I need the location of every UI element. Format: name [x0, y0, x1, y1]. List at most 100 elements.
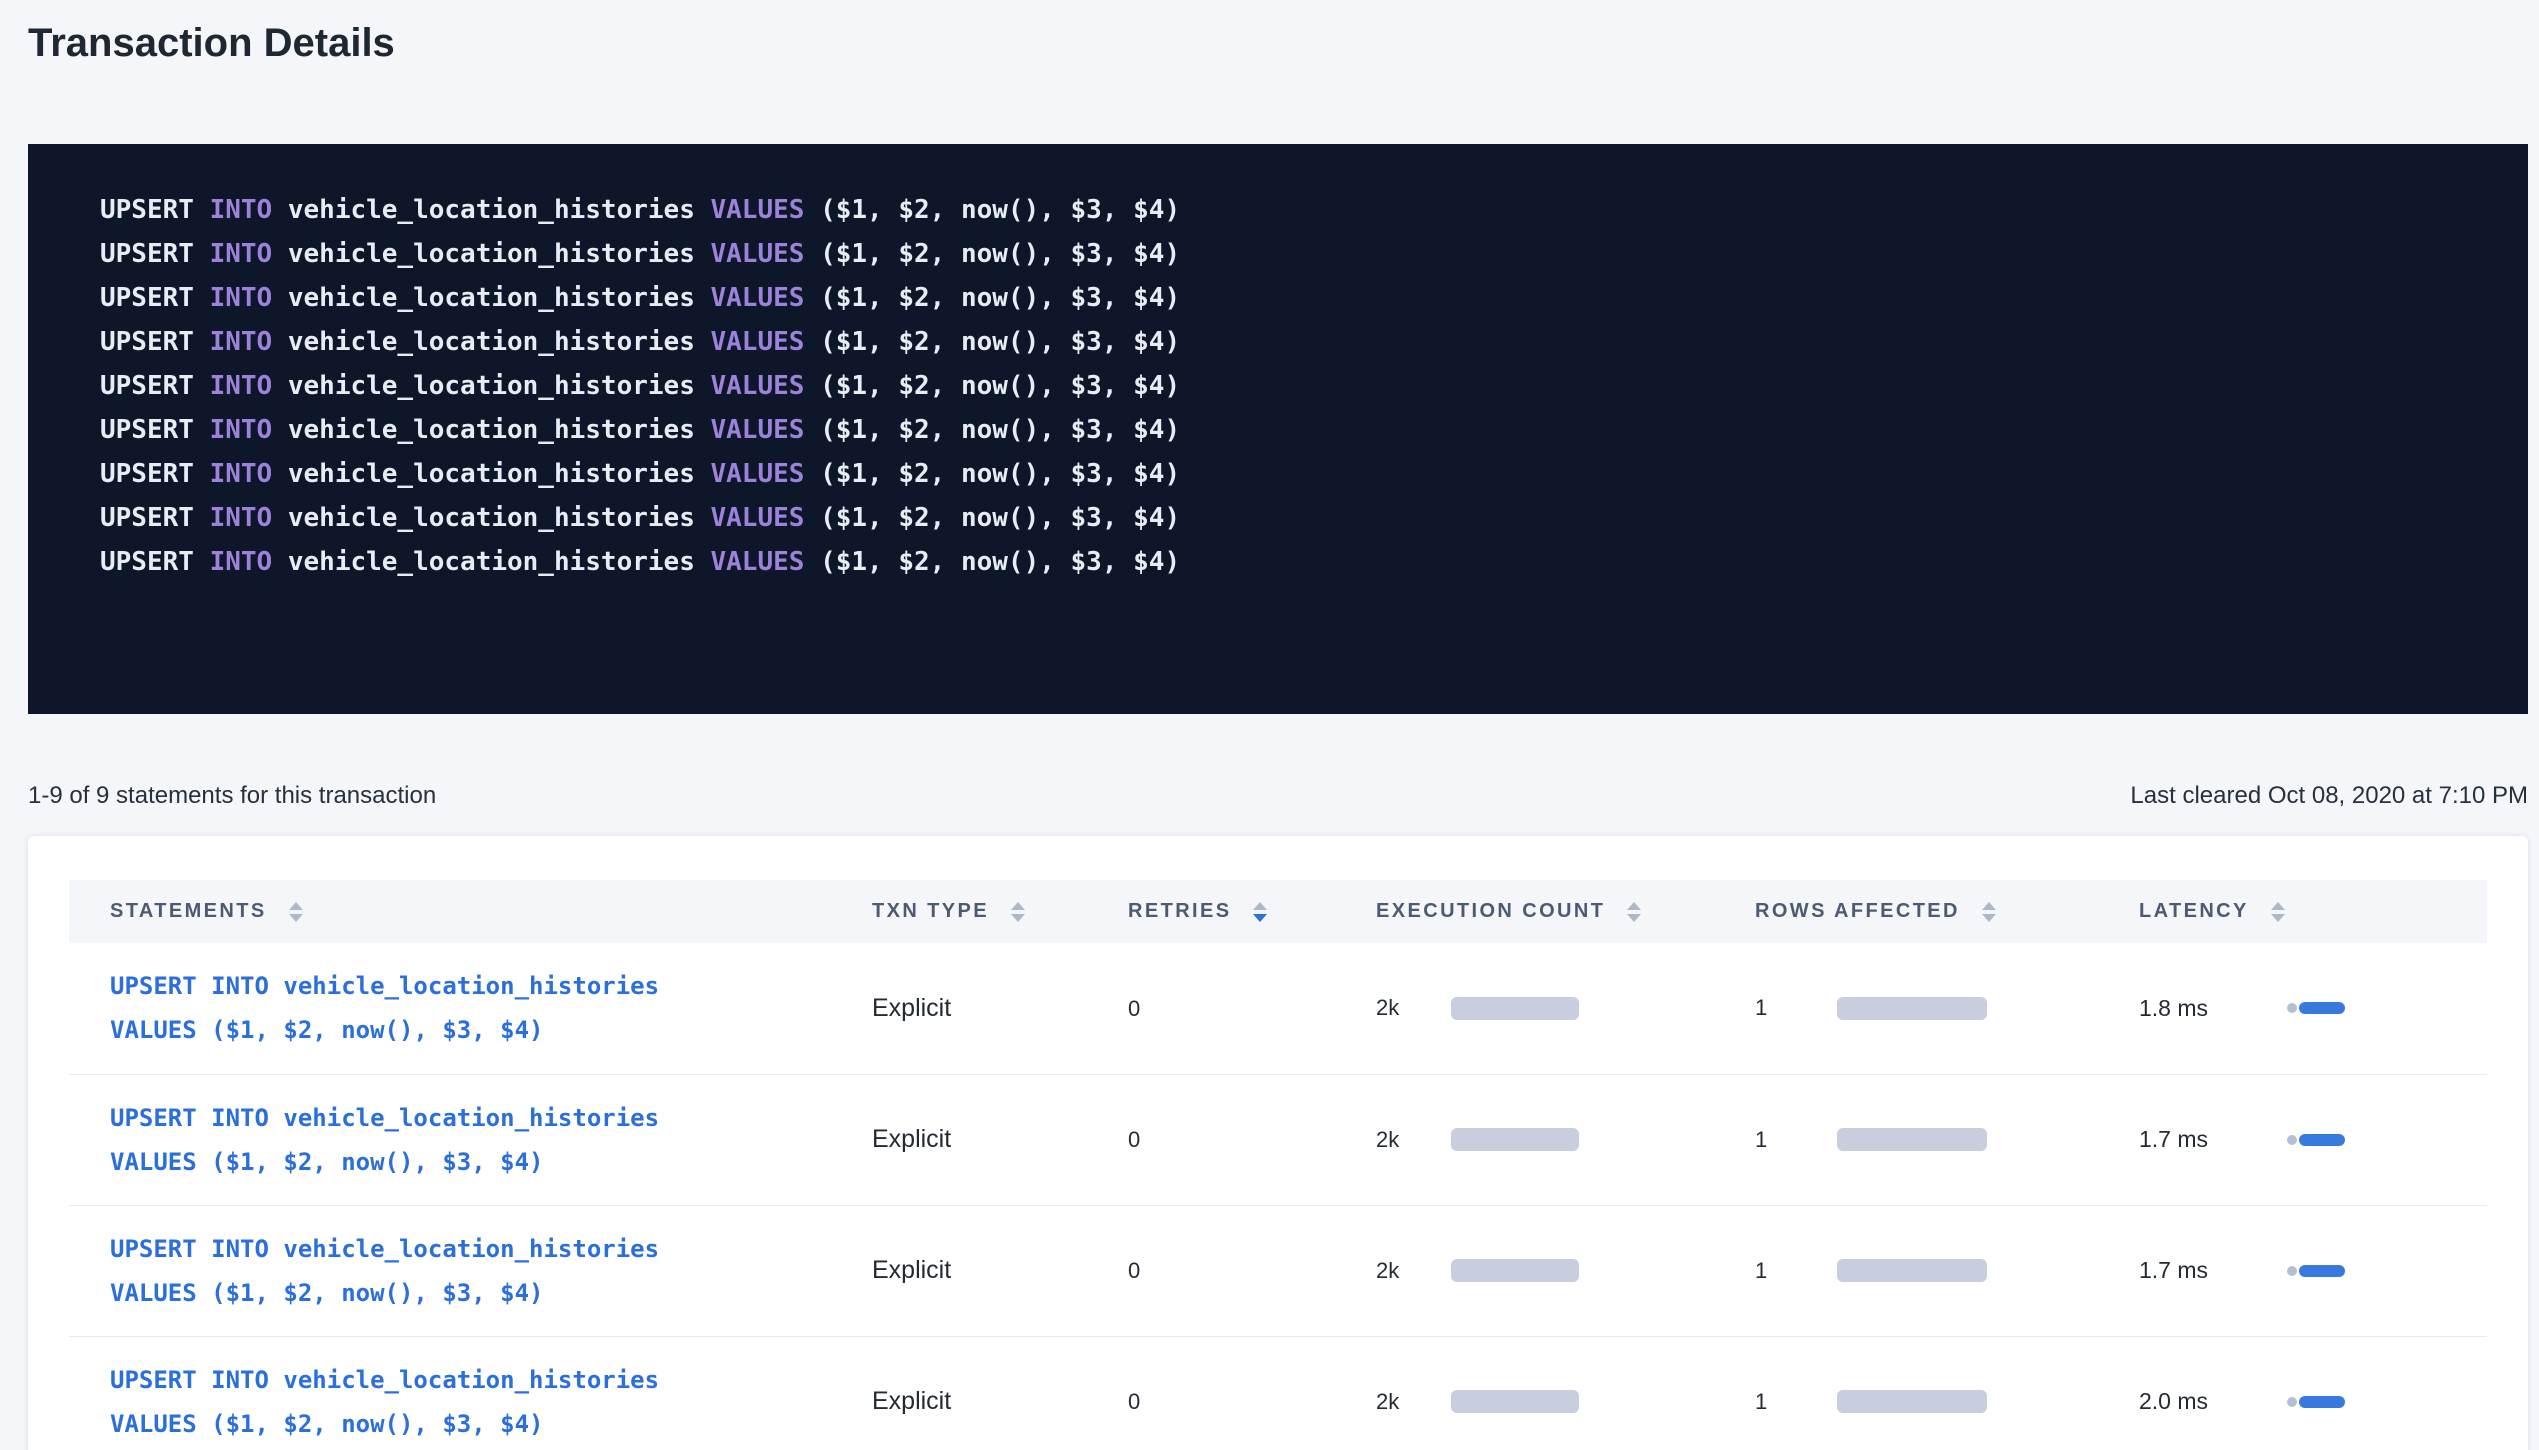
sql-token-plain: vehicle_location_histories [272, 371, 710, 401]
sort-icon-active[interactable] [1253, 902, 1267, 922]
page-title: Transaction Details [28, 20, 2539, 66]
sql-statements-box: UPSERT INTO vehicle_location_histories V… [28, 144, 2528, 714]
statement-link[interactable]: UPSERT INTO vehicle_location_histories V… [110, 1227, 831, 1315]
sql-token-keyword: VALUES [711, 547, 805, 577]
statements-table-card: STATEMENTS TXN TYPE RETRIES [28, 836, 2528, 1450]
sql-token-plain: UPSERT [100, 327, 210, 357]
sort-icon[interactable] [1627, 902, 1641, 922]
sort-icon[interactable] [1982, 902, 1996, 922]
sort-icon[interactable] [289, 902, 303, 922]
statement-link[interactable]: UPSERT INTO vehicle_location_histories V… [110, 1358, 831, 1446]
sql-token-plain: vehicle_location_histories [272, 503, 710, 533]
sql-statement-line: UPSERT INTO vehicle_location_histories V… [100, 232, 2480, 276]
execution-count-bar [1451, 997, 1579, 1020]
latency-bar [2287, 1134, 2345, 1146]
column-header-txn-type[interactable]: TXN TYPE [831, 880, 1087, 943]
statement-row: UPSERT INTO vehicle_location_histories V… [69, 1074, 2487, 1205]
statements-summary: 1-9 of 9 statements for this transaction [28, 782, 436, 810]
sql-token-plain: ($1, $2, now(), $3, $4) [804, 547, 1180, 577]
sql-token-keyword: INTO [210, 503, 273, 533]
statements-table: STATEMENTS TXN TYPE RETRIES [69, 880, 2487, 1450]
retries-value: 0 [1128, 1258, 1140, 1284]
sql-token-keyword: INTO [210, 283, 273, 313]
rows-affected-value: 1 [1755, 1389, 1837, 1415]
sql-token-keyword: VALUES [711, 459, 805, 489]
column-label-txn-type[interactable]: TXN TYPE [872, 900, 989, 923]
sql-token-plain: vehicle_location_histories [272, 547, 710, 577]
column-header-latency[interactable]: LATENCY [2098, 880, 2487, 943]
rows-affected-bar [1837, 1259, 1987, 1282]
sql-token-keyword: INTO [210, 415, 273, 445]
latency-min-dot [2287, 1397, 2297, 1407]
statement-line-1: UPSERT INTO vehicle_location_histories [110, 1096, 831, 1140]
sql-token-keyword: VALUES [711, 239, 805, 269]
statement-link[interactable]: UPSERT INTO vehicle_location_histories V… [110, 1096, 831, 1184]
statements-table-body: UPSERT INTO vehicle_location_histories V… [69, 943, 2487, 1450]
sql-token-plain: ($1, $2, now(), $3, $4) [804, 371, 1180, 401]
sql-token-keyword: VALUES [711, 371, 805, 401]
execution-count-bar [1451, 1259, 1579, 1282]
latency-min-dot [2287, 1135, 2297, 1145]
sql-token-plain: ($1, $2, now(), $3, $4) [804, 327, 1180, 357]
sql-statement-line: UPSERT INTO vehicle_location_histories V… [100, 188, 2480, 232]
latency-bar [2287, 1265, 2345, 1277]
sql-token-plain: vehicle_location_histories [272, 195, 710, 225]
sql-statement-line: UPSERT INTO vehicle_location_histories V… [100, 540, 2480, 584]
sql-token-plain: ($1, $2, now(), $3, $4) [804, 459, 1180, 489]
latency-range-bar [2299, 1396, 2345, 1408]
latency-range-bar [2299, 1265, 2345, 1277]
sql-token-keyword: VALUES [711, 415, 805, 445]
latency-bar [2287, 1002, 2345, 1014]
sql-statement-line: UPSERT INTO vehicle_location_histories V… [100, 364, 2480, 408]
statement-line-2: VALUES ($1, $2, now(), $3, $4) [110, 1402, 831, 1446]
column-header-rows-affected[interactable]: ROWS AFFECTED [1714, 880, 2098, 943]
column-label-latency[interactable]: LATENCY [2139, 900, 2249, 923]
statement-row: UPSERT INTO vehicle_location_histories V… [69, 943, 2487, 1074]
sql-token-plain: UPSERT [100, 547, 210, 577]
column-header-execution-count[interactable]: EXECUTION COUNT [1335, 880, 1714, 943]
latency-value: 1.7 ms [2139, 1126, 2287, 1153]
txn-type-value: Explicit [872, 1125, 951, 1153]
column-label-retries[interactable]: RETRIES [1128, 900, 1231, 923]
execution-count-value: 2k [1376, 995, 1451, 1021]
sql-token-keyword: VALUES [711, 283, 805, 313]
sort-icon[interactable] [2271, 902, 2285, 922]
rows-affected-bar [1837, 1390, 1987, 1413]
column-label-execution-count[interactable]: EXECUTION COUNT [1376, 900, 1605, 923]
sql-token-keyword: INTO [210, 371, 273, 401]
statement-row: UPSERT INTO vehicle_location_histories V… [69, 1336, 2487, 1450]
sql-token-plain: UPSERT [100, 459, 210, 489]
sql-token-plain: UPSERT [100, 283, 210, 313]
statement-line-1: UPSERT INTO vehicle_location_histories [110, 964, 831, 1008]
sql-token-keyword: INTO [210, 459, 273, 489]
sql-token-keyword: INTO [210, 327, 273, 357]
column-label-rows-affected[interactable]: ROWS AFFECTED [1755, 900, 1960, 923]
sort-icon[interactable] [1011, 902, 1025, 922]
latency-range-bar [2299, 1134, 2345, 1146]
transaction-details-page: Transaction Details UPSERT INTO vehicle_… [0, 20, 2539, 1450]
statement-link[interactable]: UPSERT INTO vehicle_location_histories V… [110, 964, 831, 1052]
latency-bar [2287, 1396, 2345, 1408]
sql-token-plain: vehicle_location_histories [272, 327, 710, 357]
retries-value: 0 [1128, 996, 1140, 1022]
column-label-statements[interactable]: STATEMENTS [110, 900, 267, 923]
sql-statement-line: UPSERT INTO vehicle_location_histories V… [100, 276, 2480, 320]
rows-affected-bar [1837, 1128, 1987, 1151]
sql-token-plain: ($1, $2, now(), $3, $4) [804, 503, 1180, 533]
execution-count-bar [1451, 1390, 1579, 1413]
statement-line-2: VALUES ($1, $2, now(), $3, $4) [110, 1008, 831, 1052]
latency-value: 1.8 ms [2139, 995, 2287, 1022]
column-header-retries[interactable]: RETRIES [1087, 880, 1335, 943]
table-header-row: STATEMENTS TXN TYPE RETRIES [69, 880, 2487, 943]
sql-token-plain: vehicle_location_histories [272, 415, 710, 445]
sql-token-plain: vehicle_location_histories [272, 239, 710, 269]
sql-token-plain: ($1, $2, now(), $3, $4) [804, 239, 1180, 269]
sql-token-keyword: VALUES [711, 195, 805, 225]
latency-min-dot [2287, 1003, 2297, 1013]
txn-type-value: Explicit [872, 1256, 951, 1284]
sql-statement-line: UPSERT INTO vehicle_location_histories V… [100, 452, 2480, 496]
table-caption-row: 1-9 of 9 statements for this transaction… [28, 782, 2528, 810]
sql-token-plain: UPSERT [100, 415, 210, 445]
sql-token-keyword: VALUES [711, 503, 805, 533]
column-header-statements[interactable]: STATEMENTS [69, 880, 831, 943]
